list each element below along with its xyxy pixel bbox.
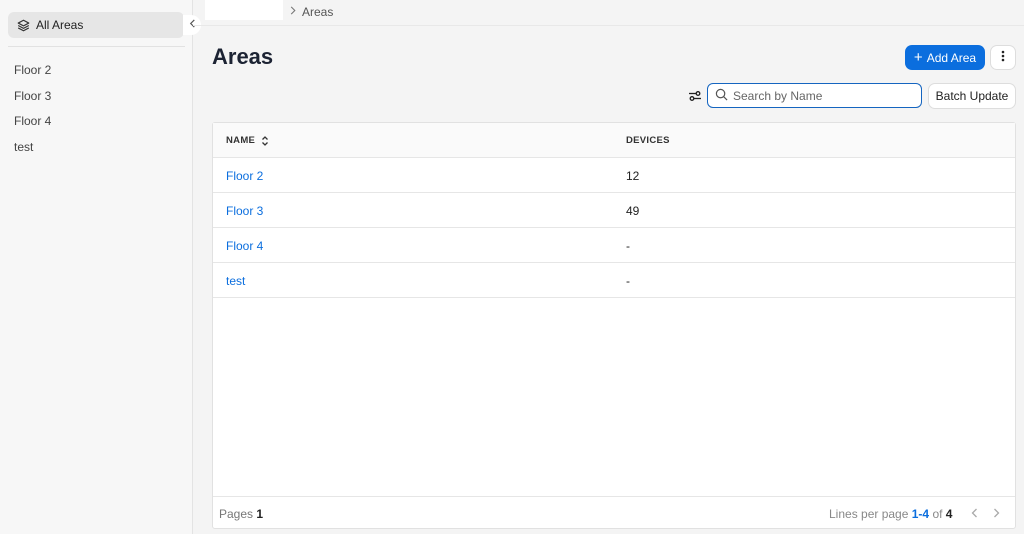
- area-name-link[interactable]: Floor 2: [226, 169, 263, 183]
- table-row: test -: [213, 263, 1015, 298]
- prev-page-button[interactable]: [971, 506, 978, 521]
- chevron-left-icon: [971, 508, 977, 518]
- breadcrumb-current: Areas: [302, 5, 334, 19]
- table-row: Floor 3 49: [213, 193, 1015, 228]
- table-header: NAME DEVICES: [213, 123, 1015, 158]
- sidebar-item-test[interactable]: test: [14, 139, 51, 165]
- top-divider: [193, 25, 1024, 26]
- pages-indicator: Pages 1: [219, 507, 264, 521]
- area-name-link[interactable]: Floor 4: [226, 239, 263, 253]
- table-row: Floor 2 12: [213, 158, 1015, 193]
- lines-per-page: Lines per page 1-4 of 4: [829, 507, 953, 521]
- area-name-link[interactable]: test: [226, 274, 245, 288]
- batch-update-button[interactable]: Batch Update: [928, 83, 1016, 109]
- add-area-label: Add Area: [926, 50, 977, 65]
- all-areas-label: All Areas: [36, 18, 84, 32]
- area-devices-count: -: [626, 239, 630, 253]
- total-count: 4: [945, 507, 953, 521]
- column-header-devices: DEVICES: [626, 135, 670, 146]
- more-vertical-icon: [1001, 50, 1005, 65]
- top-bar-blank: [205, 0, 283, 20]
- search-icon: [715, 88, 728, 104]
- table-row: Floor 4 -: [213, 228, 1015, 263]
- sidebar-item-floor-3[interactable]: Floor 3: [14, 88, 51, 114]
- page-title: Areas: [212, 44, 274, 69]
- area-devices-count: -: [626, 274, 630, 288]
- area-devices-count: 49: [626, 204, 640, 218]
- add-area-button[interactable]: + Add Area: [905, 45, 985, 70]
- sidebar-item-floor-4[interactable]: Floor 4: [14, 113, 51, 139]
- chevron-right-icon: [290, 6, 296, 18]
- filter-icon[interactable]: [686, 87, 704, 105]
- page-range[interactable]: 1-4: [912, 507, 929, 521]
- layers-icon: [16, 18, 30, 32]
- all-areas-item[interactable]: All Areas: [8, 12, 184, 38]
- sort-icon[interactable]: [261, 135, 269, 146]
- more-options-button[interactable]: [990, 45, 1016, 70]
- next-page-button[interactable]: [993, 506, 1000, 521]
- area-devices-count: 12: [626, 169, 640, 183]
- area-name-link[interactable]: Floor 3: [226, 204, 263, 218]
- column-header-name[interactable]: NAME: [226, 135, 269, 146]
- plus-icon: +: [913, 49, 923, 66]
- table-footer: Pages 1 Lines per page 1-4 of 4: [213, 496, 1015, 528]
- sidebar: All Areas Floor 2 Floor 3 Floor 4 test: [0, 0, 193, 534]
- search-input[interactable]: [733, 88, 913, 103]
- sidebar-item-floor-2[interactable]: Floor 2: [14, 62, 51, 88]
- areas-table: NAME DEVICES Floor 2 12 Floor 3 49 Floor…: [212, 122, 1016, 529]
- breadcrumb: Areas: [290, 5, 333, 19]
- search-field[interactable]: [707, 83, 922, 108]
- chevron-right-icon: [994, 508, 1000, 518]
- sidebar-divider: [8, 46, 185, 47]
- sidebar-area-list: Floor 2 Floor 3 Floor 4 test: [14, 62, 51, 164]
